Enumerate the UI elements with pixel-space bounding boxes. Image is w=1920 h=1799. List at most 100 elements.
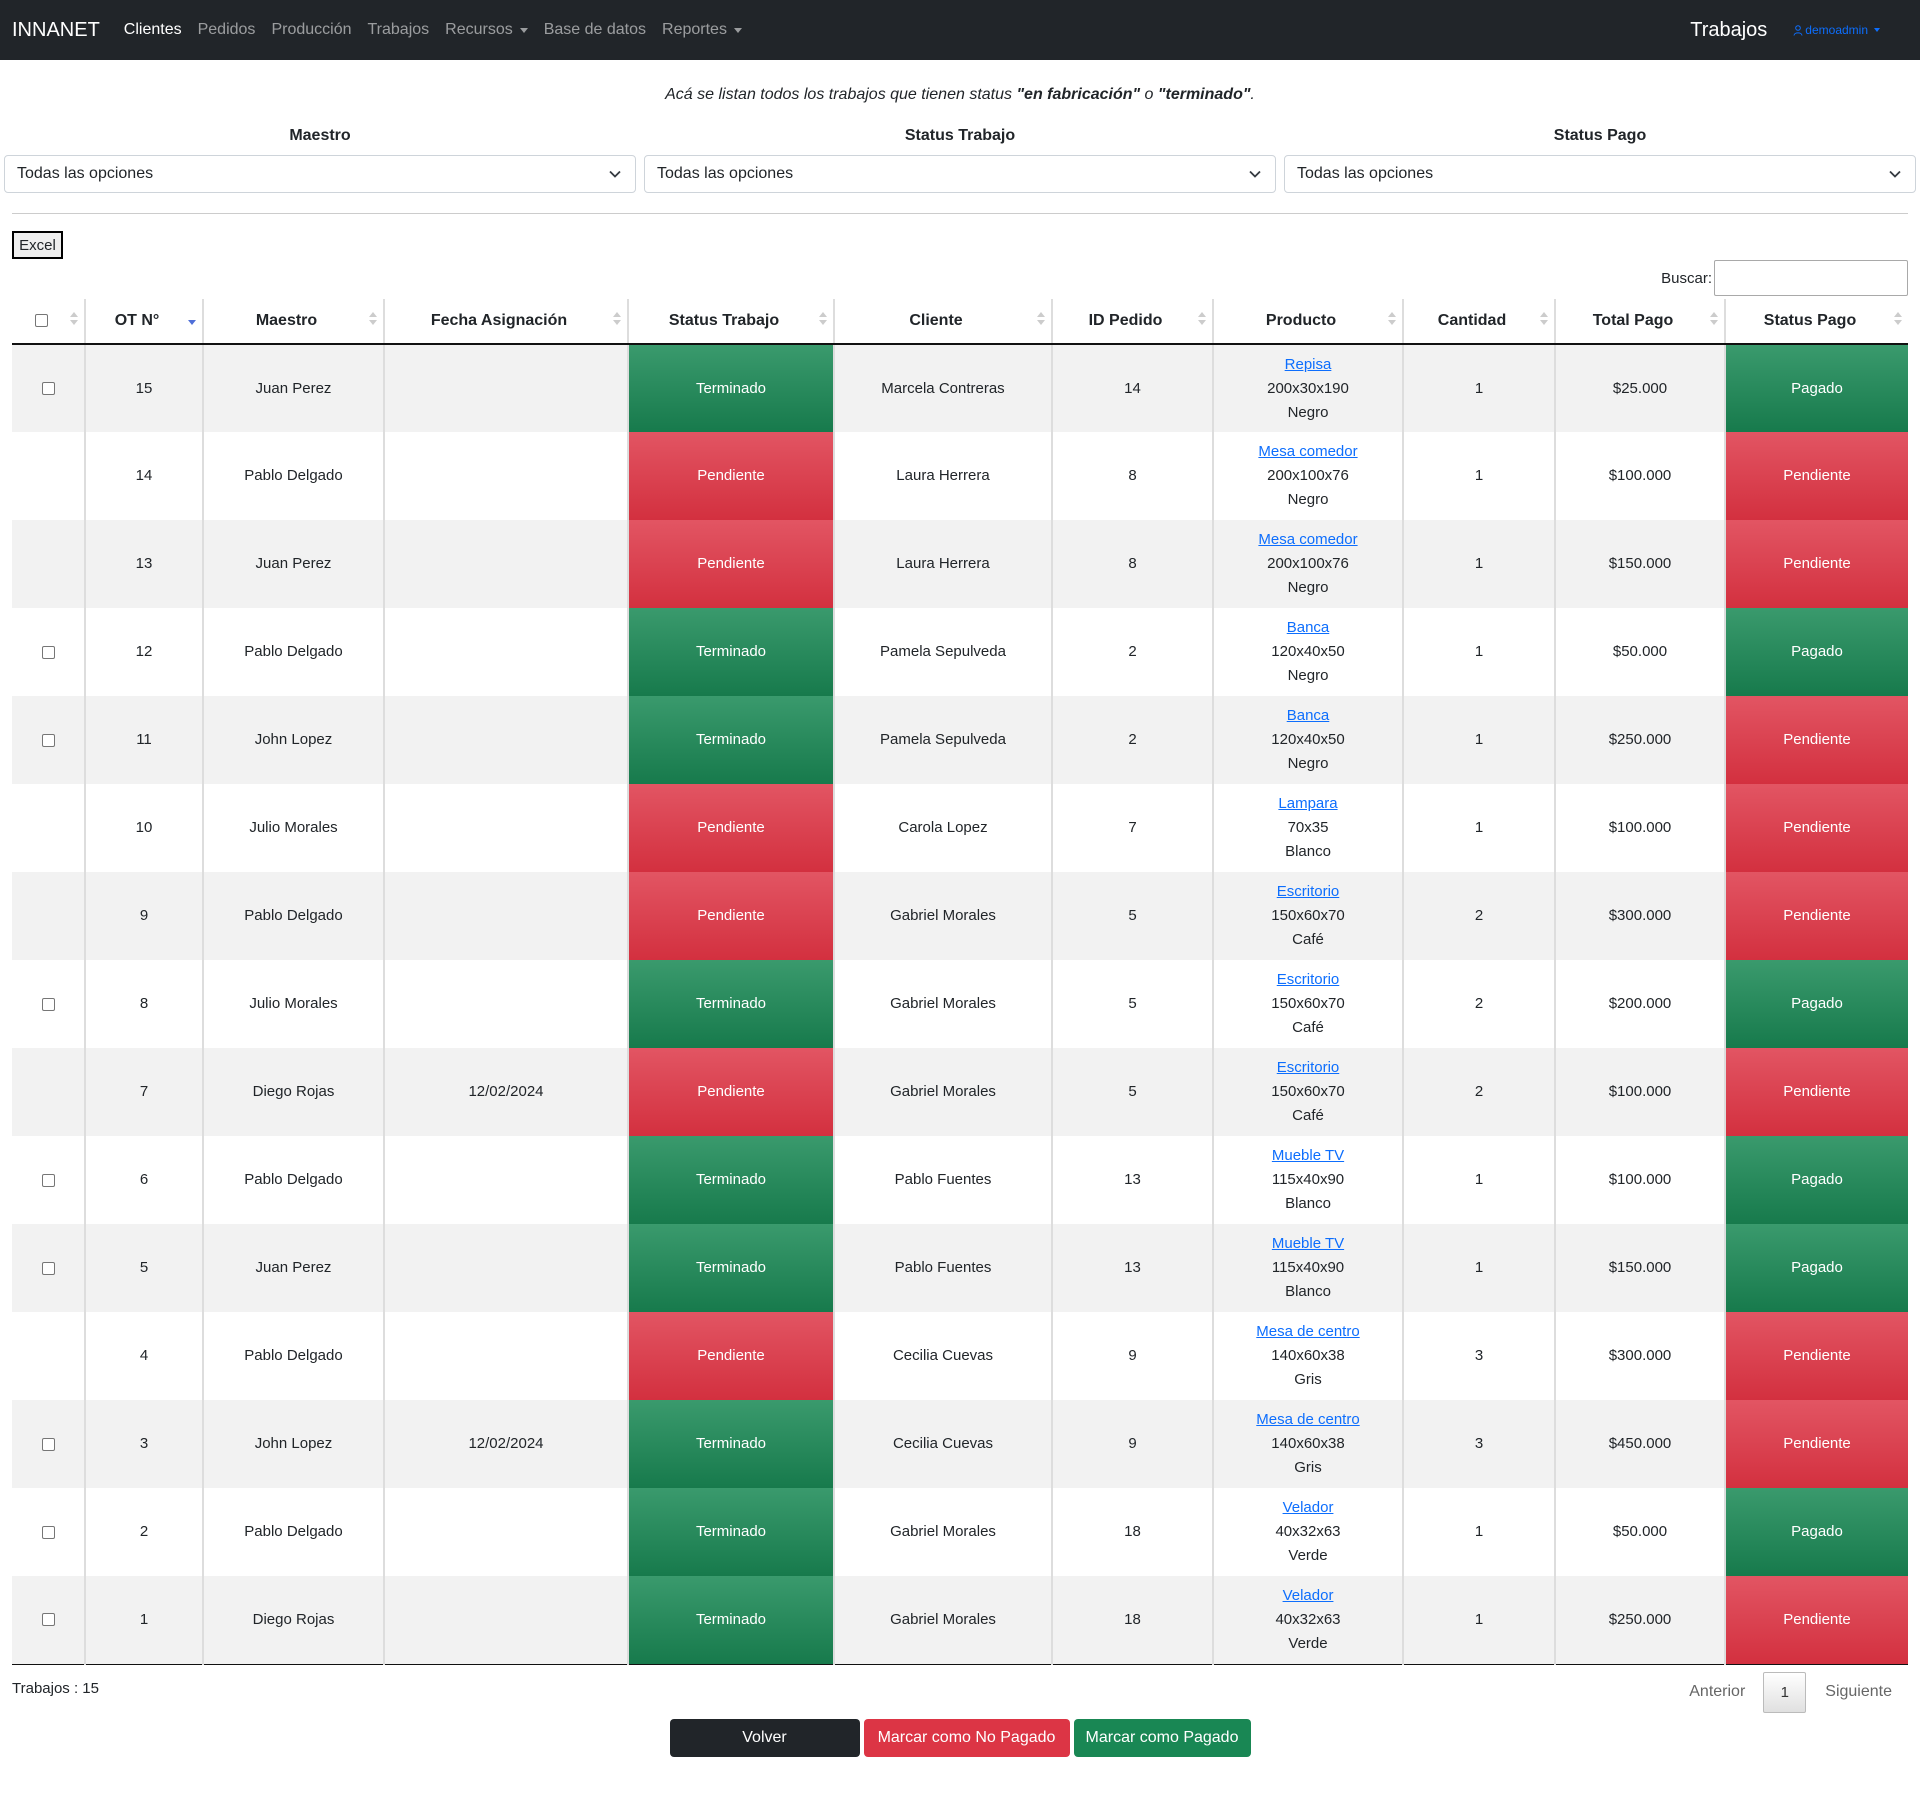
nav-item-trabajos[interactable]: Trabajos (367, 21, 429, 39)
nav-item-clientes[interactable]: Clientes (124, 21, 182, 39)
total-pago-cell: $100.000 (1555, 1048, 1726, 1136)
nav-item-reportes[interactable]: Reportes (662, 21, 742, 39)
select-all-header[interactable] (12, 299, 86, 345)
total-pago-cell: $100.000 (1555, 432, 1726, 520)
cliente-cell: Gabriel Morales (834, 1048, 1053, 1136)
row-checkbox[interactable] (41, 1173, 55, 1187)
column-header-cantidad[interactable]: Cantidad (1403, 299, 1556, 345)
product-link[interactable]: Escritorio (1277, 971, 1340, 988)
row-checkbox[interactable] (41, 1437, 55, 1451)
user-menu[interactable]: demoadmin (1793, 23, 1880, 37)
column-header-status-pago[interactable]: Status Pago (1725, 299, 1908, 345)
producto-cell: Velador 40x32x63 Verde (1213, 1576, 1404, 1665)
excel-button[interactable]: Excel (12, 231, 63, 259)
back-button[interactable]: Volver (669, 1718, 860, 1757)
column-header-ot[interactable]: OT N° (85, 299, 204, 345)
product-link[interactable]: Mesa de centro (1256, 1411, 1359, 1428)
total-pago-cell: $250.000 (1555, 696, 1726, 784)
column-header-status-trabajo[interactable]: Status Trabajo (628, 299, 835, 345)
producto-cell: Escritorio 150x60x70 Café (1213, 1048, 1404, 1136)
row-checkbox[interactable] (41, 1613, 55, 1627)
column-header-total-pago[interactable]: Total Pago (1555, 299, 1726, 345)
row-select-cell (12, 960, 86, 1048)
nav-item-produccion[interactable]: Producción (271, 21, 351, 39)
cliente-cell: Pablo Fuentes (834, 1224, 1053, 1312)
product-link[interactable]: Escritorio (1277, 1059, 1340, 1076)
maestro-cell: Diego Rojas (203, 1048, 385, 1136)
status-pago-cell: Pendiente (1725, 520, 1908, 608)
product-link[interactable]: Repisa (1285, 356, 1332, 373)
fecha-cell (384, 960, 629, 1048)
search-row: Buscar: (0, 259, 1920, 297)
row-select-cell (12, 520, 86, 608)
pagination-next[interactable]: Siguiente (1825, 1683, 1892, 1701)
cantidad-cell: 2 (1403, 872, 1556, 960)
row-checkbox[interactable] (41, 997, 55, 1011)
column-header-maestro[interactable]: Maestro (203, 299, 385, 345)
nav-item-pedidos[interactable]: Pedidos (198, 21, 256, 39)
fecha-cell (384, 784, 629, 872)
ot-cell: 9 (85, 872, 204, 960)
row-checkbox[interactable] (41, 1261, 55, 1275)
product-link[interactable]: Banca (1287, 707, 1330, 724)
id-pedido-cell: 2 (1052, 696, 1214, 784)
cantidad-cell: 3 (1403, 1312, 1556, 1400)
total-pago-cell: $100.000 (1555, 1136, 1726, 1224)
search-label: Buscar: (1661, 269, 1712, 287)
column-header-fecha[interactable]: Fecha Asignación (384, 299, 629, 345)
status-trabajo-select[interactable]: Todas las opciones (644, 155, 1276, 193)
product-link[interactable]: Velador (1283, 1587, 1334, 1604)
status-trabajo-cell: Terminado (628, 344, 835, 432)
sort-icon (1388, 312, 1396, 325)
table-header-row: OT N° Maestro Fecha Asignación Status Tr… (12, 299, 1908, 345)
brand-logo[interactable]: INNANET (12, 19, 100, 42)
maestro-cell: Pablo Delgado (203, 608, 385, 696)
select-all-checkbox[interactable] (34, 314, 48, 328)
status-trabajo-cell: Terminado (628, 1224, 835, 1312)
ot-cell: 7 (85, 1048, 204, 1136)
nav-item-recursos[interactable]: Recursos (445, 21, 528, 39)
product-link[interactable]: Escritorio (1277, 883, 1340, 900)
cliente-cell: Marcela Contreras (834, 344, 1053, 432)
maestro-select[interactable]: Todas las opciones (4, 155, 636, 193)
product-link[interactable]: Lampara (1278, 795, 1337, 812)
mark-unpaid-button[interactable]: Marcar como No Pagado (863, 1718, 1070, 1757)
row-checkbox[interactable] (41, 382, 55, 396)
cliente-cell: Cecilia Cuevas (834, 1400, 1053, 1488)
product-link[interactable]: Mueble TV (1272, 1147, 1344, 1164)
row-checkbox[interactable] (41, 1525, 55, 1539)
product-link[interactable]: Velador (1283, 1499, 1334, 1516)
cantidad-cell: 1 (1403, 344, 1556, 432)
row-checkbox[interactable] (41, 645, 55, 659)
column-header-producto[interactable]: Producto (1213, 299, 1404, 345)
status-pago-select[interactable]: Todas las opciones (1284, 155, 1916, 193)
column-header-id-pedido[interactable]: ID Pedido (1052, 299, 1214, 345)
product-link[interactable]: Mesa comedor (1258, 443, 1357, 460)
product-link[interactable]: Banca (1287, 619, 1330, 636)
pagination-previous[interactable]: Anterior (1689, 1683, 1745, 1701)
cantidad-cell: 1 (1403, 1576, 1556, 1665)
maestro-cell: Diego Rojas (203, 1576, 385, 1665)
search-input[interactable] (1714, 260, 1908, 296)
pagination-page-1[interactable]: 1 (1763, 1671, 1807, 1713)
status-trabajo-cell: Terminado (628, 696, 835, 784)
maestro-cell: Julio Morales (203, 784, 385, 872)
producto-cell: Mueble TV 115x40x90 Blanco (1213, 1224, 1404, 1312)
nav-item-base-de-datos[interactable]: Base de datos (544, 21, 646, 39)
status-trabajo-cell: Pendiente (628, 432, 835, 520)
row-checkbox[interactable] (41, 733, 55, 747)
row-select-cell (12, 1224, 86, 1312)
product-link[interactable]: Mueble TV (1272, 1235, 1344, 1252)
table-row: 5 Juan Perez Terminado Pablo Fuentes 13 Muebl… (12, 1224, 1908, 1312)
product-color: Café (1292, 931, 1324, 948)
column-header-cliente[interactable]: Cliente (834, 299, 1053, 345)
fecha-cell: 12/02/2024 (384, 1400, 629, 1488)
cantidad-cell: 1 (1403, 1136, 1556, 1224)
status-pago-cell: Pendiente (1725, 872, 1908, 960)
product-link[interactable]: Mesa comedor (1258, 531, 1357, 548)
caret-down-icon (519, 27, 528, 33)
fecha-cell (384, 872, 629, 960)
mark-paid-button[interactable]: Marcar como Pagado (1073, 1718, 1251, 1757)
status-pago-cell: Pagado (1725, 1488, 1908, 1576)
product-link[interactable]: Mesa de centro (1256, 1323, 1359, 1340)
